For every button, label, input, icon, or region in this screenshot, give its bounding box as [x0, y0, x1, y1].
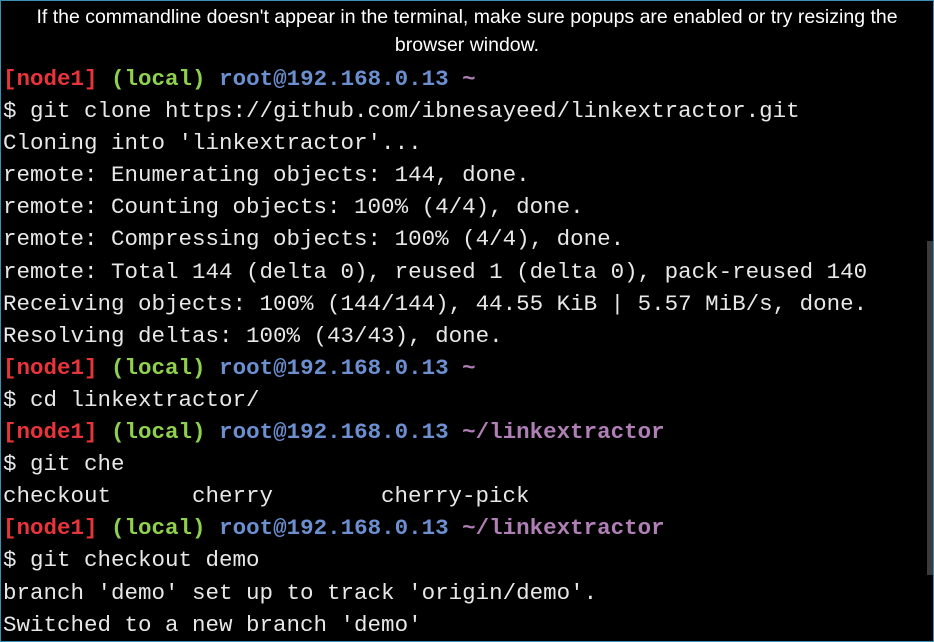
output-line: Switched to a new branch 'demo'	[3, 611, 422, 638]
prompt-node: [node1]	[3, 66, 98, 92]
command-line: $ git clone https://github.com/ibnesayee…	[3, 98, 800, 125]
prompt-host: root@192.168.0.13	[219, 66, 449, 92]
command-line: $ git checkout demo	[3, 547, 260, 574]
prompt-line: [node1] (local) root@192.168.0.13 ~/link…	[3, 512, 933, 544]
command-line: $ cd linkextractor/	[3, 386, 260, 413]
popup-notice: If the commandline doesn't appear in the…	[36, 6, 898, 56]
prompt-path: ~	[462, 354, 476, 381]
output-line: Receiving objects: 100% (144/144), 44.55…	[3, 290, 868, 317]
prompt-path: ~/linkextractor	[462, 419, 665, 446]
prompt-env: (local)	[111, 419, 206, 446]
prompt-line: [node1] (local) root@192.168.0.13 ~	[3, 352, 933, 384]
prompt-env: (local)	[111, 515, 206, 542]
output-line: Resolving deltas: 100% (43/43), done.	[3, 322, 503, 349]
prompt-host: root@192.168.0.13	[219, 354, 449, 381]
output-line: remote: Counting objects: 100% (4/4), do…	[3, 194, 584, 221]
prompt-env: (local)	[111, 354, 206, 381]
scrollbar-thumb[interactable]	[927, 241, 933, 575]
prompt-line: [node1] (local) root@192.168.0.13 ~	[3, 63, 933, 95]
prompt-line: [node1] (local) root@192.168.0.13 ~/link…	[3, 416, 933, 448]
prompt-node: [node1]	[3, 515, 98, 542]
completion-item: cherry-pick	[381, 483, 530, 510]
prompt-node: [node1]	[3, 419, 98, 446]
terminal-window[interactable]: If the commandline doesn't appear in the…	[0, 0, 934, 642]
output-line: Cloning into 'linkextractor'...	[3, 130, 422, 157]
output-line: remote: Total 144 (delta 0), reused 1 (d…	[3, 258, 868, 285]
terminal-output[interactable]: [node1] (local) root@192.168.0.13 ~ $ gi…	[1, 63, 933, 641]
output-line: branch 'demo' set up to track 'origin/de…	[3, 579, 598, 606]
prompt-node: [node1]	[3, 354, 98, 381]
output-line: remote: Enumerating objects: 144, done.	[3, 162, 530, 189]
completion-item: cherry	[192, 483, 274, 510]
output-line: remote: Compressing objects: 100% (4/4),…	[3, 226, 625, 253]
completion-item: checkout	[3, 483, 112, 510]
command-line: $ git che	[3, 451, 125, 478]
prompt-env: (local)	[111, 66, 206, 92]
prompt-host: root@192.168.0.13	[219, 419, 449, 446]
completion-list: checkout cherry cherry-pick	[3, 480, 933, 512]
prompt-host: root@192.168.0.13	[219, 515, 449, 542]
prompt-path: ~/linkextractor	[462, 515, 665, 542]
prompt-path: ~	[462, 66, 476, 92]
